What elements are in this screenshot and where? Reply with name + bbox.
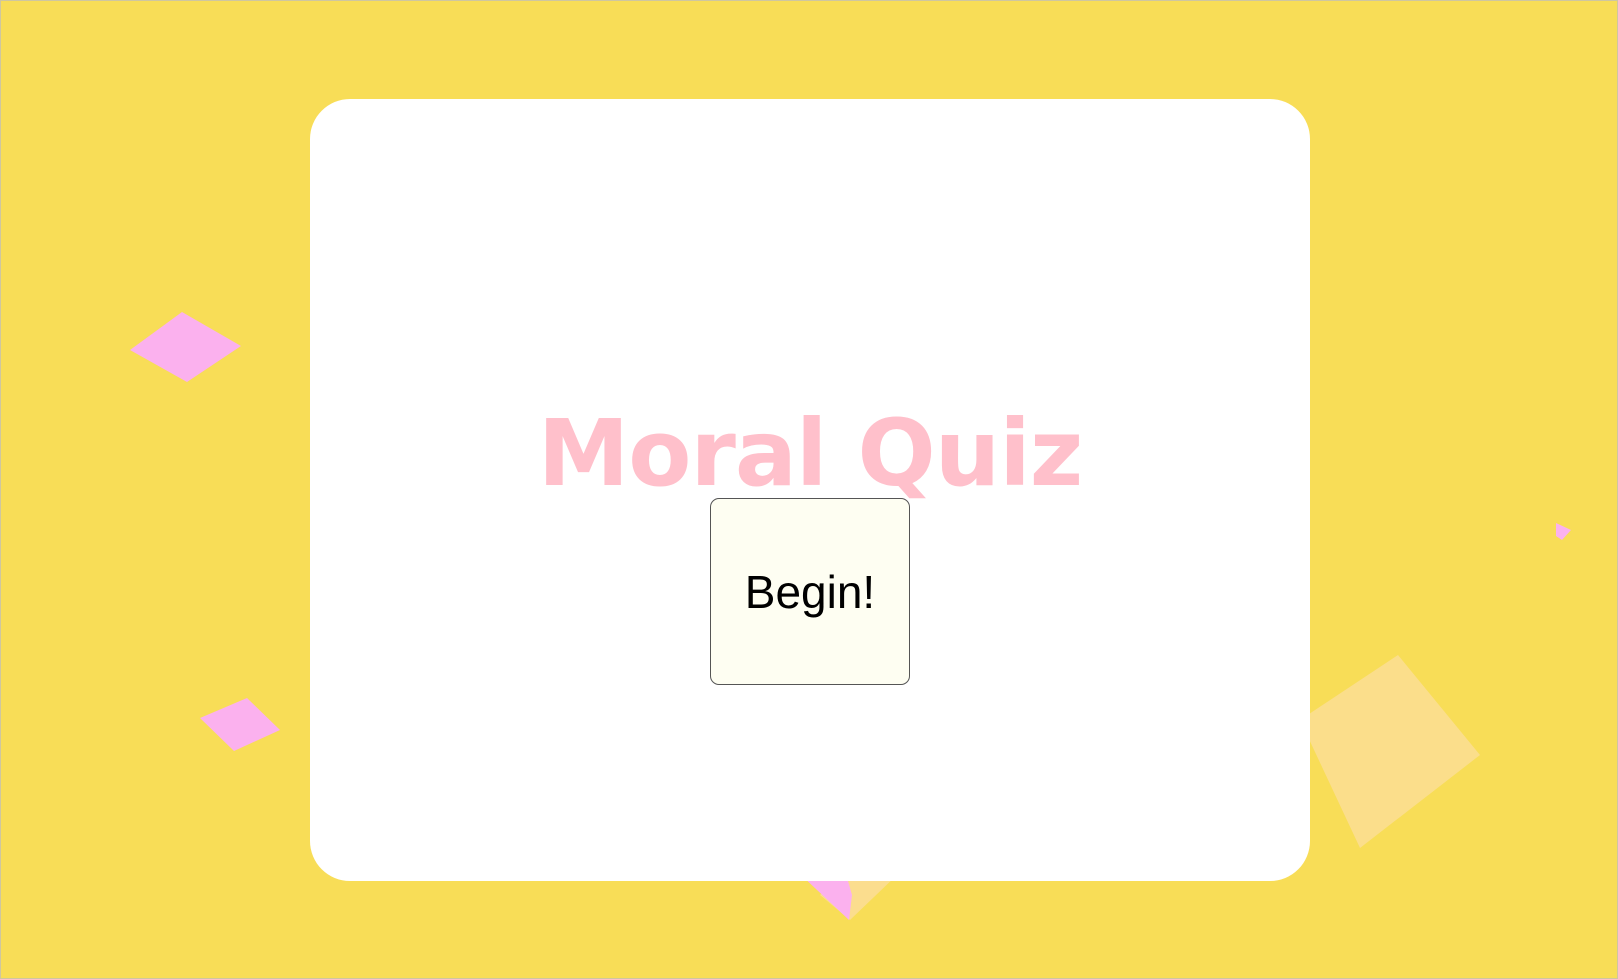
begin-button[interactable]: Begin! xyxy=(710,498,910,685)
page-title: Moral Quiz xyxy=(537,400,1084,507)
confetti-pink-diamond-small xyxy=(200,698,280,751)
quiz-card: Moral Quiz Begin! xyxy=(310,99,1310,881)
confetti-pink-diamond-tiny xyxy=(1556,523,1571,540)
confetti-cream-rhombus xyxy=(1300,655,1480,848)
confetti-pink-diamond-large xyxy=(130,312,241,382)
